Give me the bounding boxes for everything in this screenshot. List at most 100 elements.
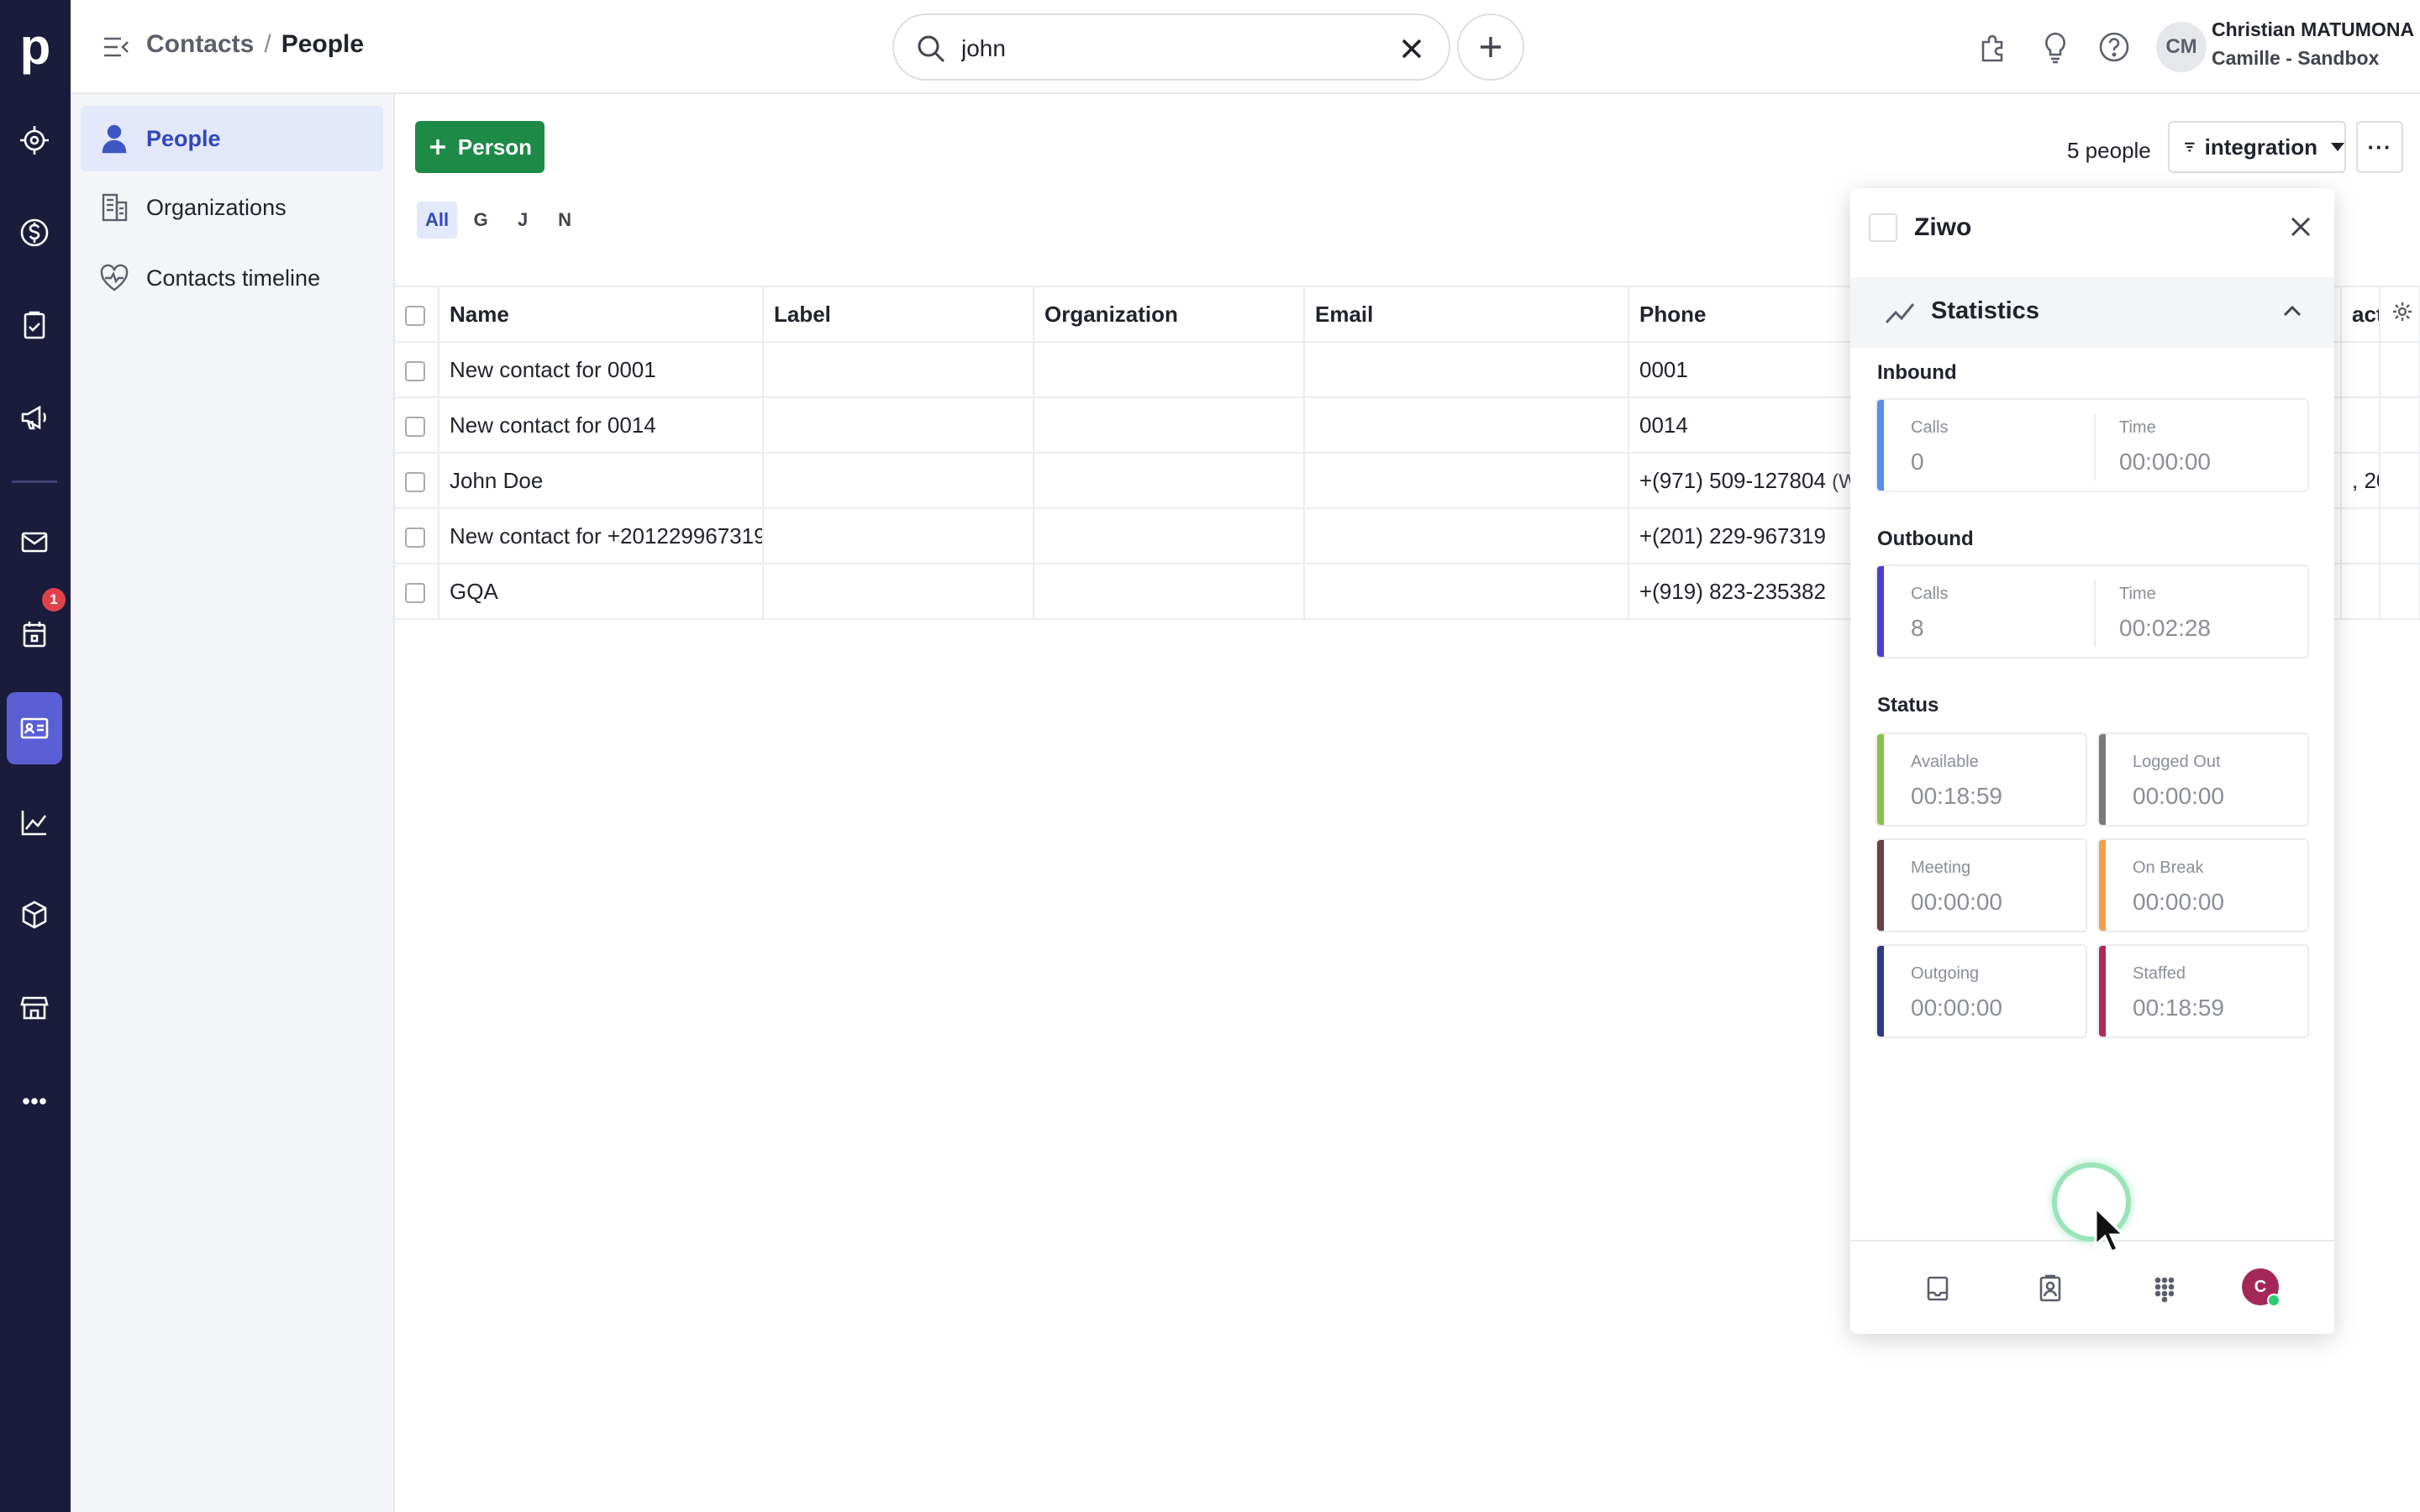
building-icon	[102, 193, 128, 222]
dialpad-icon[interactable]	[2149, 1273, 2180, 1304]
label-cell[interactable]	[763, 564, 1034, 620]
organization-cell[interactable]	[1034, 342, 1305, 398]
email-cell[interactable]	[1304, 397, 1629, 454]
organization-cell[interactable]	[1034, 564, 1305, 620]
column-header-activity[interactable]: activ	[2341, 286, 2381, 343]
status-label: Available	[1911, 753, 1979, 771]
activity-cell	[2341, 564, 2381, 620]
agent-initial: C	[2254, 1277, 2267, 1296]
label-cell[interactable]	[763, 508, 1034, 564]
empty-cell	[2380, 453, 2420, 509]
row-checkbox[interactable]	[405, 416, 425, 437]
label-cell[interactable]	[763, 397, 1034, 454]
email-cell[interactable]	[1304, 508, 1629, 564]
insights-icon[interactable]	[7, 786, 62, 858]
clear-search-icon[interactable]	[1395, 32, 1428, 66]
close-icon[interactable]	[2284, 210, 2317, 244]
campaigns-icon[interactable]	[7, 381, 62, 454]
name-cell[interactable]: GQA	[439, 564, 764, 620]
phone-link[interactable]: +(919) 823-235382	[1639, 579, 1826, 604]
phone-link[interactable]: 0001	[1639, 357, 1688, 382]
user-company: Camille - Sandbox	[2212, 47, 2380, 69]
organization-cell[interactable]	[1034, 508, 1305, 564]
more-actions-button[interactable]: ···	[2356, 121, 2403, 173]
column-header-label[interactable]: Label	[763, 286, 1034, 343]
phone-link[interactable]: 0014	[1639, 412, 1688, 438]
select-all-checkbox[interactable]	[405, 305, 425, 326]
contacts-book-icon[interactable]	[2035, 1273, 2065, 1304]
organization-cell[interactable]	[1034, 397, 1305, 454]
status-label: Meeting	[1911, 858, 1971, 877]
help-icon[interactable]	[2096, 29, 2133, 66]
name-cell[interactable]: New contact for 0014	[439, 397, 764, 454]
search-box[interactable]	[892, 13, 1450, 81]
app-logo[interactable]: p	[0, 15, 71, 77]
filter-g[interactable]: G	[462, 202, 499, 239]
outbound-calls-label: Calls	[1911, 585, 1949, 603]
contacts-sidebar: People Organizations Contacts timeline	[71, 94, 395, 1512]
column-header-organization[interactable]: Organization	[1034, 286, 1305, 343]
mail-icon[interactable]	[7, 506, 62, 578]
chevron-up-icon[interactable]	[2281, 301, 2304, 321]
name-cell[interactable]: John Doe	[439, 453, 764, 509]
filter-n[interactable]: N	[546, 202, 583, 239]
name-cell[interactable]: New contact for 0001	[439, 342, 764, 398]
person-icon	[102, 124, 127, 154]
status-label: Outgoing	[1911, 964, 1980, 983]
row-checkbox-cell	[395, 508, 439, 564]
add-person-button[interactable]: Person	[415, 121, 544, 173]
row-checkbox[interactable]	[405, 360, 425, 381]
status-title: Status	[1877, 694, 1939, 717]
email-cell[interactable]	[1304, 564, 1629, 620]
agent-avatar[interactable]: C	[2242, 1268, 2281, 1307]
filter-all[interactable]: All	[417, 202, 458, 239]
deals-icon[interactable]	[7, 197, 62, 269]
contacts-icon[interactable]	[7, 692, 62, 764]
status-accent-bar	[2099, 840, 2106, 931]
more-icon[interactable]	[7, 1065, 62, 1137]
activity-cell: , 2023	[2341, 453, 2381, 509]
breadcrumb-separator: /	[264, 30, 271, 58]
plus-icon	[1481, 37, 1501, 57]
quick-add-button[interactable]	[1457, 13, 1524, 81]
column-header-name[interactable]: Name	[439, 286, 764, 343]
row-checkbox[interactable]	[405, 582, 425, 603]
filter-j[interactable]: J	[504, 202, 541, 239]
status-card-available: Available 00:18:59	[1876, 732, 2087, 827]
plus-icon	[429, 139, 445, 155]
activity-cell	[2341, 508, 2381, 564]
name-cell[interactable]: New contact for +201229967319	[439, 508, 764, 564]
row-checkbox[interactable]	[405, 471, 425, 492]
sidebar-item-people[interactable]: People	[81, 106, 383, 171]
phone-link[interactable]: +(971) 509-127804	[1639, 468, 1826, 493]
leads-icon[interactable]	[7, 104, 62, 176]
label-cell[interactable]	[763, 453, 1034, 509]
outbound-accent-bar	[1877, 566, 1884, 657]
marketplace-icon[interactable]	[7, 971, 62, 1043]
organization-cell[interactable]	[1034, 453, 1305, 509]
email-cell[interactable]	[1304, 342, 1629, 398]
row-checkbox[interactable]	[405, 527, 425, 548]
lightbulb-icon[interactable]	[2037, 29, 2074, 66]
extensions-icon[interactable]	[1975, 29, 2012, 66]
app-icon	[1869, 213, 1897, 242]
column-header-email[interactable]: Email	[1304, 286, 1629, 343]
inbox-icon[interactable]	[1923, 1273, 1953, 1304]
status-accent-bar	[1877, 946, 1884, 1037]
gear-icon[interactable]	[2391, 300, 2414, 323]
sidebar-item-contacts-timeline[interactable]: Contacts timeline	[81, 245, 383, 311]
statistics-section-toggle[interactable]: Statistics	[1850, 277, 2334, 348]
user-avatar[interactable]: CM	[2156, 22, 2207, 72]
user-name[interactable]: Christian MATUMONA	[2212, 18, 2414, 41]
collapse-sidebar-icon[interactable]	[99, 30, 133, 64]
filter-dropdown[interactable]: integration	[2168, 121, 2346, 173]
search-input[interactable]	[961, 30, 1348, 67]
products-icon[interactable]	[7, 879, 62, 951]
activities-icon[interactable]	[7, 289, 62, 361]
outbound-calls-value: 8	[1911, 615, 1924, 641]
sidebar-item-organizations[interactable]: Organizations	[81, 175, 383, 240]
phone-link[interactable]: +(201) 229-967319	[1639, 523, 1826, 549]
breadcrumb-contacts[interactable]: Contacts	[146, 30, 254, 59]
email-cell[interactable]	[1304, 453, 1629, 509]
label-cell[interactable]	[763, 342, 1034, 398]
